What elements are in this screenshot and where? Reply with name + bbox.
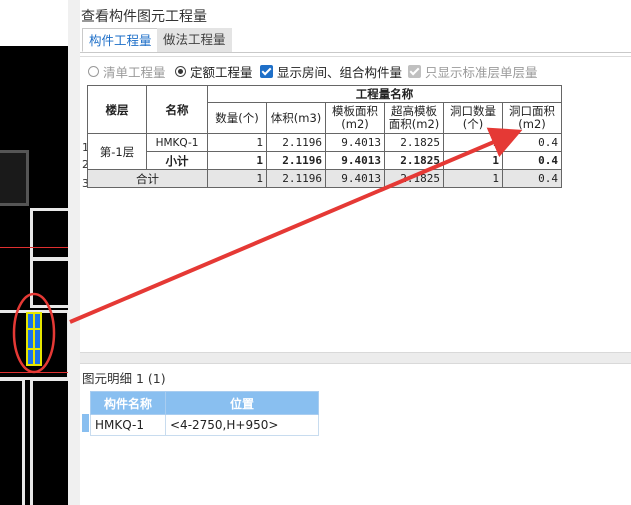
row-selector[interactable]	[82, 414, 89, 432]
cad-axis-line	[0, 372, 68, 373]
cad-wall-block	[30, 258, 68, 308]
table-row[interactable]: 小计 1 2.1196 9.4013 2.1825 1 0.4	[88, 151, 562, 170]
dialog-title: 查看构件图元工程量	[81, 9, 207, 25]
option-label: 只显示标准层单层量	[425, 65, 538, 80]
cad-viewport[interactable]	[0, 0, 68, 505]
value-cell: 9.4013	[325, 133, 385, 152]
value-cell: 0.4	[502, 151, 562, 170]
quantity-table: 楼层 名称 工程量名称 数量(个) 体积(m3) 模板面积(m2) 超高模板面积…	[87, 85, 562, 188]
table-row[interactable]: 合计 1 2.1196 9.4013 2.1825 1 0.4	[87, 169, 562, 188]
separator	[80, 56, 631, 57]
column-header[interactable]: 超高模板面积(m2)	[384, 102, 444, 134]
panel-divider[interactable]	[68, 0, 80, 505]
value-cell: 0.4	[502, 133, 562, 152]
cad-wall-block	[0, 150, 29, 206]
value-cell: 2.1825	[384, 169, 444, 188]
value-cell: 1	[207, 133, 267, 152]
position-header[interactable]: 位置	[165, 391, 319, 415]
cad-wall-block	[0, 378, 25, 505]
name-header: 名称	[146, 85, 208, 134]
cad-top-area	[0, 0, 68, 46]
value-cell: 2.1196	[266, 169, 326, 188]
column-header[interactable]: 洞口面积(m2)	[502, 102, 562, 134]
option-label: 显示房间、组合构件量	[277, 65, 403, 80]
value-cell: 1	[443, 169, 503, 188]
subtotal-label: 小计	[146, 151, 208, 170]
cad-wall-block	[30, 208, 68, 260]
value-cell: 1	[207, 169, 267, 188]
value-cell: 9.4013	[325, 151, 385, 170]
column-header[interactable]: 模板面积(m2)	[325, 102, 385, 134]
component-name-cell: HMKQ-1	[90, 414, 166, 436]
table-row[interactable]: HMKQ-1 <4-2750,H+950>	[90, 414, 319, 436]
selected-element-highlight[interactable]	[26, 312, 42, 366]
show-room-combo-checkbox[interactable]: 显示房间、组合构件量	[260, 62, 402, 81]
option-label: 定额工程量	[190, 65, 253, 80]
tab-component-quantity[interactable]: 构件工程量	[82, 28, 159, 52]
table-row[interactable]: 第-1层 HMKQ-1 1 2.1196 9.4013 2.1825 1 0.4	[87, 133, 562, 170]
value-cell: 9.4013	[325, 169, 385, 188]
quota-quantity-radio[interactable]: 定额工程量	[175, 62, 253, 81]
value-cell: 2.1196	[266, 151, 326, 170]
column-header[interactable]: 数量(个)	[207, 102, 267, 134]
radio-icon	[88, 66, 99, 77]
component-name-header[interactable]: 构件名称	[90, 391, 166, 415]
value-cell: 2.1825	[384, 133, 444, 152]
cad-axis-line	[0, 247, 68, 248]
checkbox-checked-icon	[260, 65, 273, 78]
detail-label: 图元明细 1 (1)	[82, 368, 166, 387]
name-cell: HMKQ-1	[146, 133, 208, 152]
detail-count: 1 (1)	[136, 371, 166, 386]
tab-bar: 构件工程量 做法工程量	[80, 28, 631, 53]
position-cell: <4-2750,H+950>	[165, 414, 319, 436]
total-label: 合计	[87, 169, 208, 188]
cad-wall-block	[30, 378, 68, 505]
option-label: 清单工程量	[103, 65, 166, 80]
value-cell: 1	[443, 133, 503, 152]
value-cell: 1	[443, 151, 503, 170]
quantity-dialog: 查看构件图元工程量 构件工程量 做法工程量 清单工程量 定额工程量 显示房间、组…	[80, 0, 631, 505]
value-cell: 2.1825	[384, 151, 444, 170]
detail-table: 构件名称 位置 HMKQ-1 <4-2750,H+950>	[90, 391, 319, 436]
column-header[interactable]: 洞口数量(个)	[443, 102, 503, 134]
tab-method-quantity[interactable]: 做法工程量	[157, 28, 232, 52]
checkbox-checked-icon	[408, 65, 421, 78]
radio-checked-icon	[175, 66, 186, 77]
column-header[interactable]: 体积(m3)	[266, 102, 326, 134]
value-cell: 1	[207, 151, 267, 170]
value-cell: 0.4	[502, 169, 562, 188]
bill-quantity-radio[interactable]: 清单工程量	[88, 62, 166, 81]
pane-splitter[interactable]	[80, 352, 631, 364]
floor-cell: 第-1层	[87, 133, 147, 170]
detail-title: 图元明细	[82, 371, 133, 386]
quantity-group-header: 工程量名称	[207, 85, 562, 103]
standard-floor-only-checkbox[interactable]: 只显示标准层单层量	[408, 62, 538, 81]
value-cell: 2.1196	[266, 133, 326, 152]
floor-header: 楼层	[87, 85, 147, 134]
